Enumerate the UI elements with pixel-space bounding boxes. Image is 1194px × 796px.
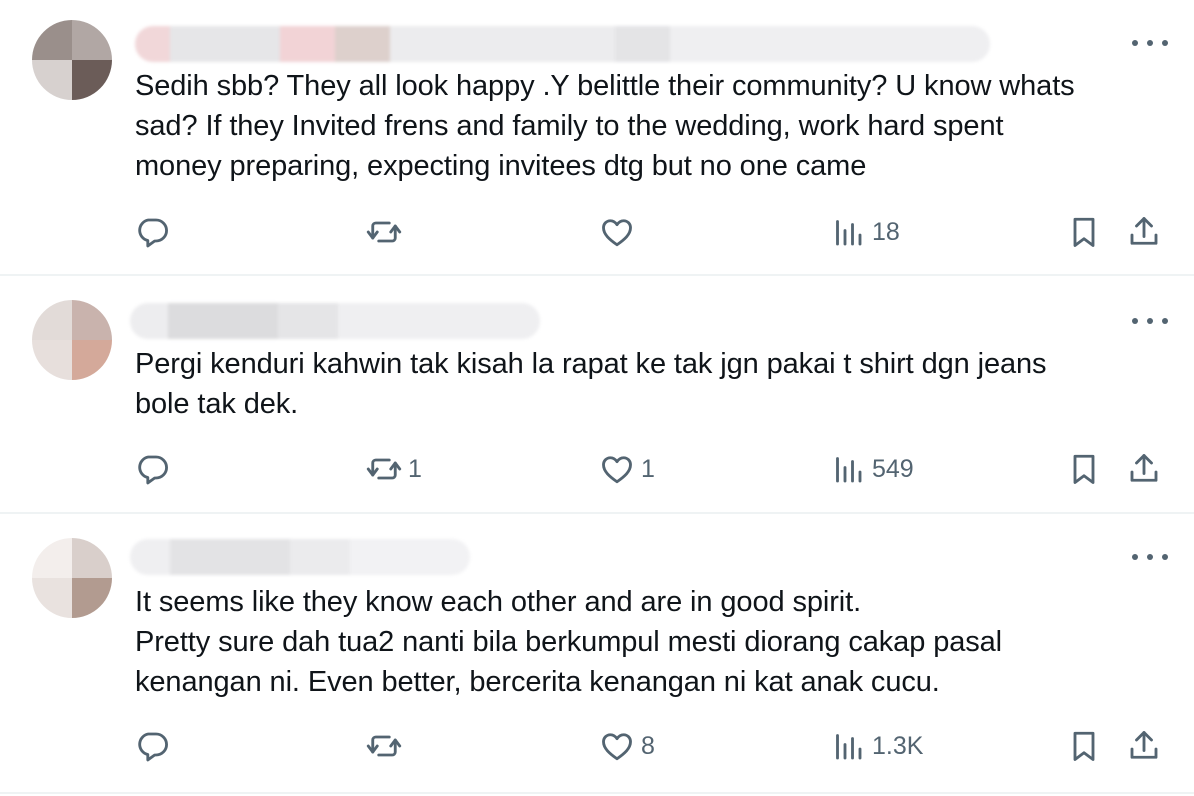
reply-button[interactable]: [134, 726, 176, 766]
tweet-reply-2[interactable]: Pergi kenduri kahwin tak kisah la rapat …: [0, 274, 1194, 514]
heart-icon: [602, 733, 632, 761]
like-button[interactable]: 1: [599, 449, 655, 489]
retweet-button[interactable]: 1: [366, 449, 422, 489]
views-icon: [836, 220, 862, 246]
views-button[interactable]: 1.3K: [830, 726, 923, 766]
share-button[interactable]: [1126, 212, 1162, 252]
avatar[interactable]: [32, 20, 112, 100]
retweet-icon: [366, 735, 402, 757]
share-icon: [1130, 217, 1158, 245]
action-bar: 1 1 549: [0, 449, 1194, 489]
retweet-icon: [366, 458, 402, 480]
tweet-reply-3[interactable]: It seems like they know each other and a…: [0, 512, 1194, 794]
action-bar: 18: [0, 212, 1194, 252]
reply-button[interactable]: [134, 449, 176, 489]
like-count: 1: [641, 454, 655, 483]
like-count: 8: [641, 731, 655, 760]
action-bar: 8 1.3K: [0, 726, 1194, 766]
retweet-button[interactable]: [366, 726, 408, 766]
tweet-text: Pergi kenduri kahwin tak kisah la rapat …: [135, 348, 1047, 420]
share-icon: [1130, 731, 1158, 759]
share-button[interactable]: [1126, 449, 1162, 489]
views-icon: [836, 734, 862, 760]
bookmark-button[interactable]: [1066, 726, 1102, 766]
bookmark-icon: [1073, 217, 1095, 247]
retweet-count: 1: [408, 454, 422, 483]
views-button[interactable]: 549: [830, 449, 914, 489]
tweet-text: Sedih sbb? They all look happy .Y belitt…: [135, 70, 1075, 182]
heart-icon: [602, 219, 632, 247]
blurred-username: [130, 303, 540, 339]
heart-icon: [602, 456, 632, 484]
bookmark-icon: [1073, 454, 1095, 484]
like-button[interactable]: [599, 212, 641, 252]
more-options-icon[interactable]: [1132, 33, 1168, 53]
like-button[interactable]: 8: [599, 726, 655, 766]
more-options-icon[interactable]: [1132, 547, 1168, 567]
more-options-icon[interactable]: [1132, 311, 1168, 331]
views-icon: [836, 457, 862, 483]
views-count: 549: [872, 454, 914, 483]
share-button[interactable]: [1126, 726, 1162, 766]
reply-icon: [138, 455, 168, 485]
bookmark-icon: [1073, 731, 1095, 761]
views-button[interactable]: 18: [830, 212, 900, 252]
retweet-icon: [366, 221, 402, 243]
avatar[interactable]: [32, 300, 112, 380]
tweet-text: It seems like they know each other and a…: [135, 586, 1003, 698]
retweet-button[interactable]: [366, 212, 408, 252]
reply-button[interactable]: [134, 212, 176, 252]
share-icon: [1130, 454, 1158, 482]
bookmark-button[interactable]: [1066, 449, 1102, 489]
tweet-reply-1[interactable]: Sedih sbb? They all look happy .Y belitt…: [0, 0, 1194, 276]
avatar[interactable]: [32, 538, 112, 618]
blurred-username: [130, 539, 470, 575]
bookmark-button[interactable]: [1066, 212, 1102, 252]
views-count: 1.3K: [872, 731, 924, 760]
reply-icon: [138, 218, 168, 248]
views-count: 18: [872, 217, 900, 246]
reply-icon: [138, 732, 168, 762]
blurred-username: [135, 26, 990, 62]
